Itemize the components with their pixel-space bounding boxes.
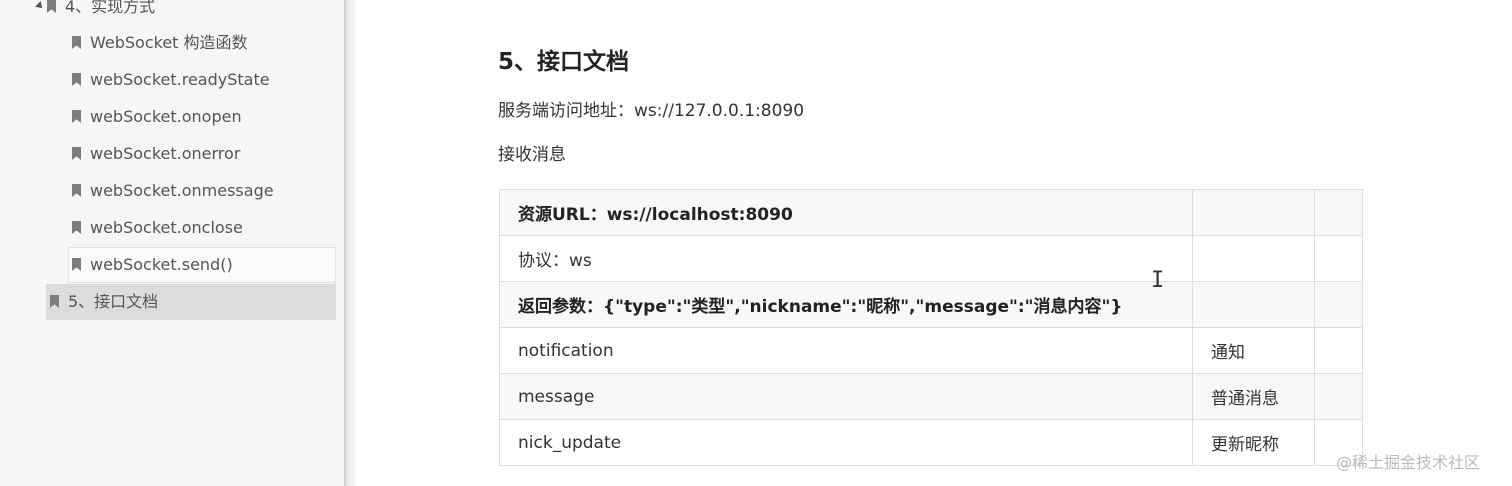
toc-item-label: webSocket.onmessage <box>90 181 274 200</box>
toc-item-label: 5、接口文档 <box>68 292 159 311</box>
toc-item-label: webSocket.send() <box>90 255 233 274</box>
table-cell: nick_update <box>499 419 1193 466</box>
toc-item-websocket-constructor[interactable]: WebSocket 构造函数 <box>72 26 248 60</box>
table-cell <box>1192 235 1315 282</box>
api-table: 资源URL：ws://localhost:8090 协议：ws 返回参数：{"t… <box>499 189 1363 466</box>
bookmark-icon <box>72 110 81 123</box>
sidebar-resize-divider[interactable] <box>344 0 355 486</box>
table-cell: 普通消息 <box>1192 373 1315 420</box>
receive-message-heading: 接收消息 <box>498 145 566 165</box>
toc-item-onerror[interactable]: webSocket.onerror <box>72 137 240 171</box>
server-address-text: 服务端访问地址：ws://127.0.0.1:8090 <box>498 101 805 121</box>
table-cell <box>1314 373 1363 420</box>
watermark: @稀土掘金技术社区 <box>1336 453 1481 472</box>
table-row: 协议：ws <box>499 235 1363 282</box>
table-cell <box>1314 327 1363 374</box>
table-cell: 更新昵称 <box>1192 419 1315 466</box>
table-row: nick_update 更新昵称 <box>499 419 1363 466</box>
table-row: 资源URL：ws://localhost:8090 <box>499 189 1363 236</box>
toc-item-label: webSocket.onerror <box>90 144 241 163</box>
table-cell: 资源URL：ws://localhost:8090 <box>499 189 1193 236</box>
table-cell: notification <box>499 327 1193 374</box>
toc-item-label: webSocket.onopen <box>90 107 242 126</box>
table-row: message 普通消息 <box>499 373 1363 420</box>
table-cell: 协议：ws <box>499 235 1193 282</box>
bookmark-icon <box>47 0 56 13</box>
bookmark-icon <box>72 258 81 271</box>
table-cell <box>1314 281 1363 328</box>
table-cell <box>1314 189 1363 236</box>
text-cursor-icon: I <box>1151 268 1165 293</box>
bookmark-icon <box>72 36 81 49</box>
table-cell <box>1314 235 1363 282</box>
table-cell <box>1192 281 1315 328</box>
toc-item-onmessage[interactable]: webSocket.onmessage <box>72 174 274 208</box>
toc-item-onclose[interactable]: webSocket.onclose <box>72 211 243 245</box>
table-cell: 通知 <box>1192 327 1315 374</box>
bookmark-icon <box>72 221 81 234</box>
table-cell: message <box>499 373 1193 420</box>
toc-item-send[interactable]: webSocket.send() <box>72 248 233 282</box>
table-cell <box>1192 189 1315 236</box>
table-row: notification 通知 <box>499 327 1363 374</box>
toc-item-readystate[interactable]: webSocket.readyState <box>72 63 270 97</box>
toc-item-api-docs[interactable]: 5、接口文档 <box>50 285 158 319</box>
bookmark-icon <box>72 184 81 197</box>
toc-item-label: webSocket.onclose <box>90 218 243 237</box>
table-row: 返回参数：{"type":"类型","nickname":"昵称","messa… <box>499 281 1363 328</box>
bookmark-icon <box>50 295 59 308</box>
bookmark-icon <box>72 73 81 86</box>
outline-sidebar: 4、实现方式 WebSocket 构造函数 webSocket.readySta… <box>0 0 344 486</box>
toc-item-onopen[interactable]: webSocket.onopen <box>72 100 242 134</box>
document-content: 5、接口文档 服务端访问地址：ws://127.0.0.1:8090 接收消息 … <box>355 0 1512 486</box>
collapse-caret-icon[interactable] <box>35 0 45 11</box>
table-cell: 返回参数：{"type":"类型","nickname":"昵称","messa… <box>499 281 1193 328</box>
page-title: 5、接口文档 <box>498 49 630 75</box>
toc-item-implementation[interactable]: 4、实现方式 <box>35 0 156 24</box>
toc-item-label: WebSocket 构造函数 <box>90 33 248 52</box>
toc-item-label: webSocket.readyState <box>90 70 270 89</box>
bookmark-icon <box>72 147 81 160</box>
toc-item-label: 4、实现方式 <box>65 0 156 16</box>
